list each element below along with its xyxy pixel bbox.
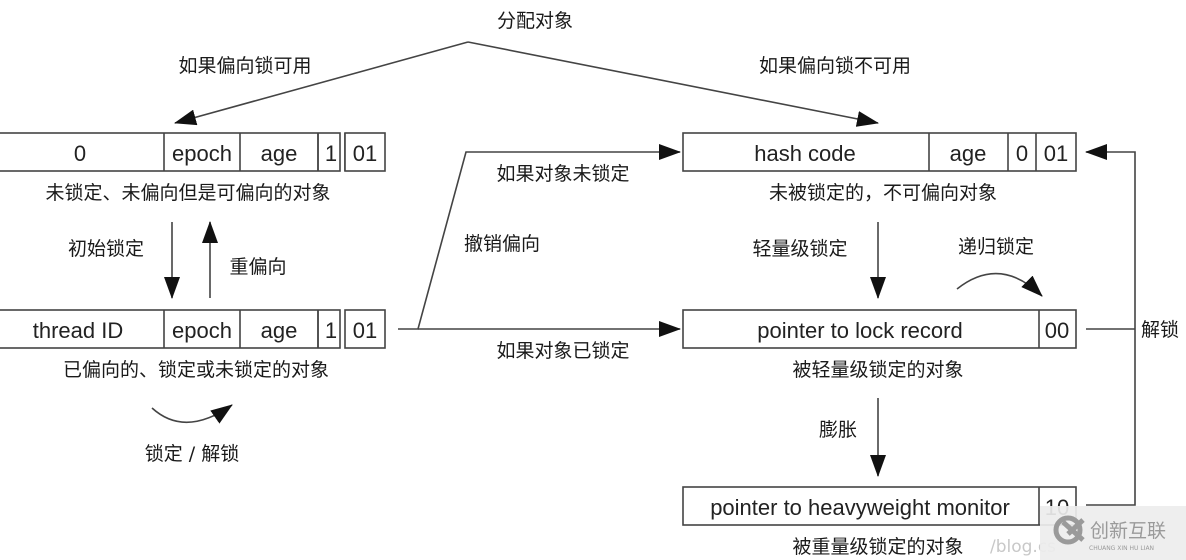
arrow-lock-unlock-self [151, 404, 233, 424]
field-epoch: epoch [172, 318, 232, 343]
state-box-lightweight: pointer to lock record 00 [682, 309, 1077, 349]
arrow-recursive-lock [956, 272, 1043, 297]
field-zero: 0 [74, 141, 86, 166]
label-unlock: 解锁 [1141, 319, 1179, 341]
caption-unlocked-biasable: 未锁定、未偏向但是可偏向的对象 [45, 182, 330, 204]
label-biased-unavailable: 如果偏向锁不可用 [759, 55, 911, 77]
label-lightweight-lock: 轻量级锁定 [752, 238, 847, 260]
field-biased-bit: 1 [325, 141, 337, 166]
label-inflate: 膨胀 [819, 419, 857, 441]
caption-heavyweight: 被重量级锁定的对象 [792, 536, 963, 558]
state-box-unlocked-unbiasable: hash code age 0 01 [682, 132, 1077, 172]
field-epoch: epoch [172, 141, 232, 166]
field-age: age [950, 141, 987, 166]
state-box-unlocked-biasable: 0 epoch age 1 01 [0, 132, 386, 172]
field-thread-id: thread ID [33, 318, 124, 343]
lock-state-diagram: 分配对象 如果偏向锁可用 如果偏向锁不可用 0 epoch age 1 01 未… [0, 10, 1186, 560]
field-age: age [261, 141, 298, 166]
label-rebias: 重偏向 [229, 256, 286, 278]
caption-unlocked-unbiasable: 未被锁定的，不可偏向对象 [769, 182, 997, 204]
label-initial-lock: 初始锁定 [68, 238, 144, 260]
field-lock-bits: 01 [1044, 141, 1068, 166]
label-if-locked: 如果对象已锁定 [496, 340, 629, 362]
field-biased-bit: 1 [325, 318, 337, 343]
field-monitor-pointer: pointer to heavyweight monitor [710, 495, 1010, 520]
label-biased-available: 如果偏向锁可用 [178, 55, 311, 77]
watermark-brand: 创新互联 [1090, 520, 1166, 542]
label-revoke-bias: 撤销偏向 [464, 233, 540, 255]
field-lock-bits: 00 [1045, 318, 1069, 343]
caption-lightweight: 被轻量级锁定的对象 [792, 359, 963, 381]
watermark-logo: 创新互联 CHUANG XIN HU LIAN [1040, 506, 1186, 560]
field-lock-bits: 01 [353, 318, 377, 343]
field-biased-bit: 0 [1016, 141, 1028, 166]
state-box-heavyweight: pointer to heavyweight monitor 10 [682, 486, 1077, 526]
title-allocate-object: 分配对象 [497, 10, 573, 32]
label-lock-unlock: 锁定 / 解锁 [145, 443, 239, 465]
label-recursive-lock: 递归锁定 [958, 236, 1034, 258]
field-lock-record-pointer: pointer to lock record [757, 318, 962, 343]
caption-biased: 已偏向的、锁定或未锁定的对象 [63, 359, 329, 381]
field-hash-code: hash code [754, 141, 856, 166]
field-age: age [261, 318, 298, 343]
field-lock-bits: 01 [353, 141, 377, 166]
state-box-biased: thread ID epoch age 1 01 [0, 309, 386, 349]
label-if-unlocked: 如果对象未锁定 [496, 163, 629, 185]
watermark-brand-sub: CHUANG XIN HU LIAN [1089, 545, 1154, 552]
